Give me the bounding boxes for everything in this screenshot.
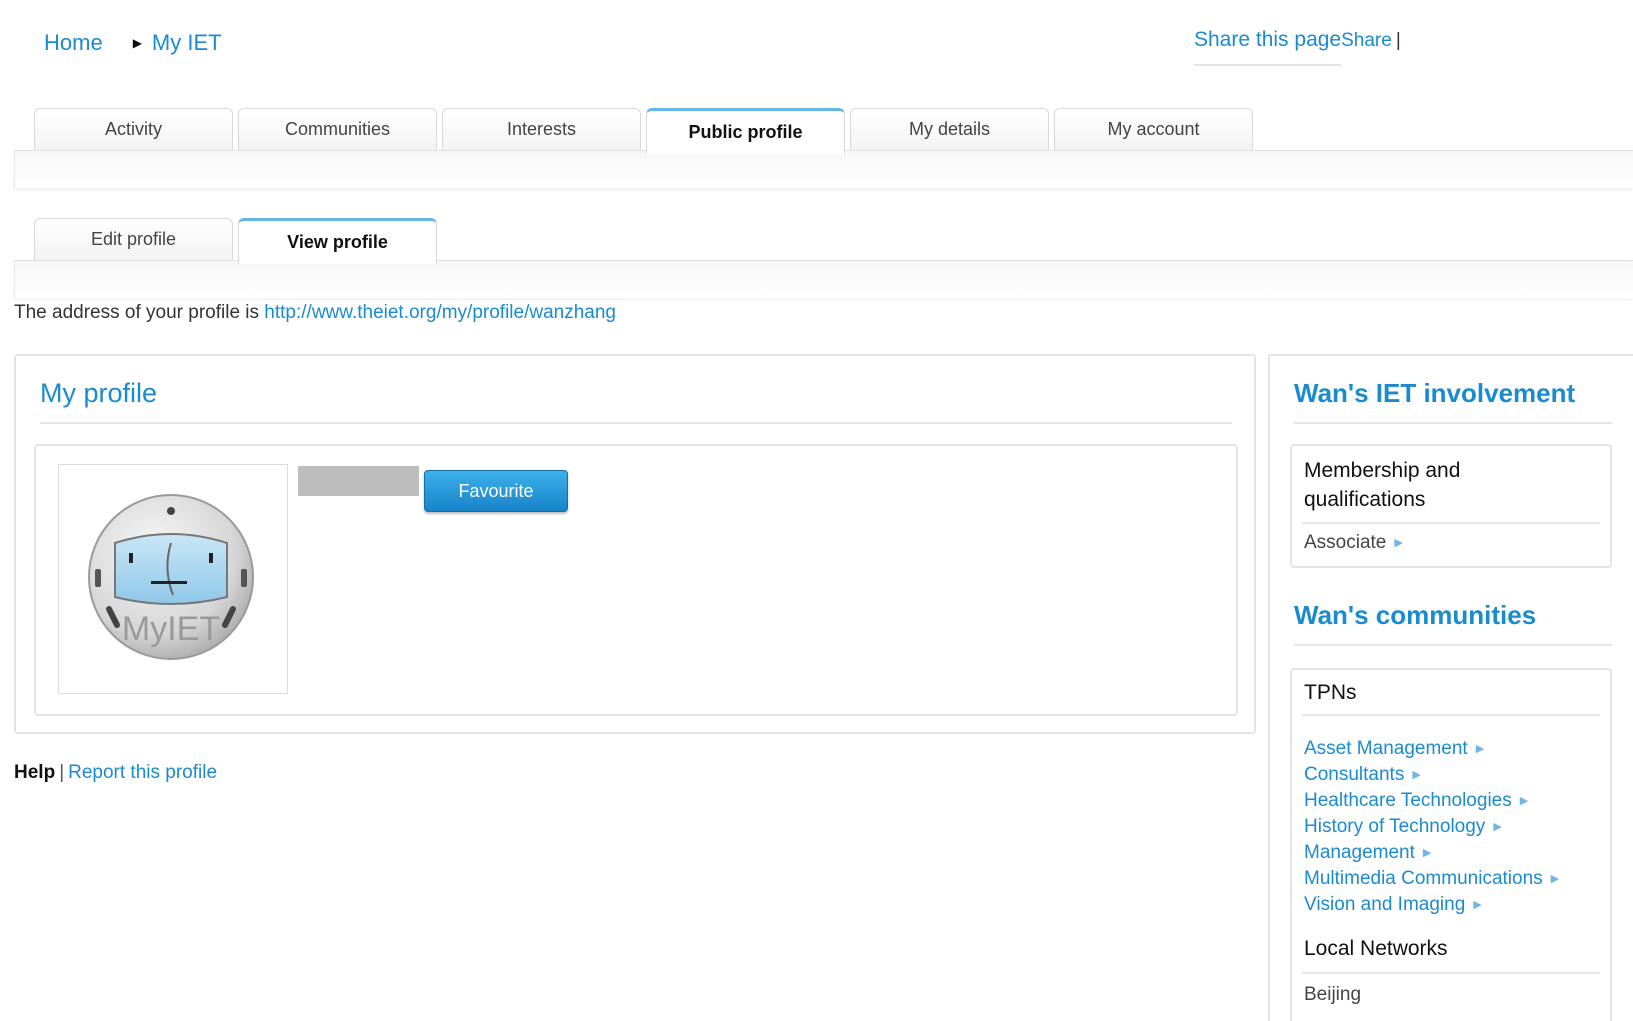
local-networks-heading: Local Networks <box>1304 937 1448 960</box>
list-item[interactable]: Multimedia Communications ▶ <box>1304 866 1559 892</box>
triangle-right-icon: ▶ <box>1394 537 1403 550</box>
membership-value: Associate ▶ <box>1304 532 1403 554</box>
redacted-name <box>298 466 419 496</box>
communities-title: Wan's communities <box>1294 600 1537 630</box>
svg-text:MyIET: MyIET <box>122 610 220 648</box>
triangle-right-icon: ▶ <box>1475 743 1485 755</box>
list-item[interactable]: Consultants ▶ <box>1304 762 1559 788</box>
help-separator: | <box>59 762 65 783</box>
tab-edit-profile[interactable]: Edit profile <box>34 218 233 260</box>
favourite-button[interactable]: Favourite <box>424 470 568 512</box>
main-tabs: Activity Communities Interests Public pr… <box>34 108 1253 154</box>
tpn-link[interactable]: Multimedia Communications <box>1304 868 1543 889</box>
share-separator: | <box>1395 30 1401 51</box>
triangle-right-icon: ▶ <box>1550 873 1560 886</box>
membership-card: Membership and qualifications Associate ▶ <box>1290 444 1612 568</box>
share-this-page-link[interactable]: Share this page <box>1194 28 1342 66</box>
tab-interests[interactable]: Interests <box>442 108 641 150</box>
divider <box>1294 644 1612 646</box>
profile-card: MyIET Favourite <box>34 444 1238 716</box>
tab-my-account[interactable]: My account <box>1054 108 1253 150</box>
tpn-link[interactable]: Asset Management <box>1304 738 1468 759</box>
triangle-right-icon: ▶ <box>1519 795 1529 808</box>
tpn-link[interactable]: History of Technology <box>1304 816 1485 837</box>
membership-value-text: Associate <box>1304 532 1387 553</box>
profile-address-prefix: The address of your profile is <box>14 302 260 323</box>
tab-communities[interactable]: Communities <box>238 108 437 150</box>
triangle-right-icon: ▶ <box>1412 769 1421 782</box>
divider <box>40 422 1232 424</box>
main-tab-strip <box>14 150 1633 188</box>
list-item[interactable]: Vision and Imaging ▶ <box>1304 892 1559 918</box>
list-item[interactable]: History of Technology ▶ <box>1304 814 1559 840</box>
breadcrumb-home-link[interactable]: Home <box>44 30 103 56</box>
divider <box>1302 714 1600 716</box>
breadcrumb: Home ▶ My IET <box>44 30 222 56</box>
breadcrumb-current-link[interactable]: My IET <box>152 30 222 56</box>
tpn-link[interactable]: Management <box>1304 842 1415 863</box>
share-link[interactable]: Share <box>1341 30 1392 51</box>
involvement-sidebar: Wan's IET involvement Membership and qua… <box>1268 354 1633 1021</box>
divider <box>1302 522 1600 524</box>
list-item[interactable]: Asset Management ▶ <box>1304 736 1559 762</box>
tab-my-details[interactable]: My details <box>850 108 1049 150</box>
avatar: MyIET <box>58 464 288 694</box>
tab-public-profile[interactable]: Public profile <box>646 108 845 154</box>
profile-address-link[interactable]: http://www.theiet.org/my/profile/wanzhan… <box>264 302 616 323</box>
tab-view-profile[interactable]: View profile <box>238 218 437 264</box>
triangle-right-icon: ▶ <box>1422 847 1432 860</box>
involvement-title: Wan's IET involvement <box>1294 378 1576 408</box>
triangle-right-icon: ▶ <box>1493 821 1502 834</box>
local-network-value: Beijing <box>1304 984 1362 1005</box>
sub-tab-strip <box>14 260 1633 298</box>
list-item[interactable]: Management ▶ <box>1304 840 1559 866</box>
help-line: Help | Report this profile <box>14 762 217 784</box>
tpn-link[interactable]: Vision and Imaging <box>1304 894 1465 915</box>
breadcrumb-arrow-icon: ▶ <box>132 36 142 50</box>
report-profile-link[interactable]: Report this profile <box>68 762 217 783</box>
myiet-avatar-icon: MyIET <box>88 494 254 660</box>
help-label: Help <box>14 762 56 783</box>
divider <box>1294 422 1612 424</box>
share-bar: Share this pageShare | <box>1194 28 1401 66</box>
tpns-heading: TPNs <box>1304 681 1357 704</box>
sub-tabs: Edit profile View profile <box>34 218 437 264</box>
tpn-link[interactable]: Consultants <box>1304 764 1404 785</box>
membership-heading: Membership and qualifications <box>1304 459 1461 511</box>
tpn-link[interactable]: Healthcare Technologies <box>1304 790 1512 811</box>
triangle-right-icon: ▶ <box>1473 899 1482 912</box>
list-item[interactable]: Healthcare Technologies ▶ <box>1304 788 1559 814</box>
divider <box>1302 972 1600 974</box>
profile-address: The address of your profile is http://ww… <box>14 302 616 324</box>
tpn-list: Asset Management ▶ Consultants ▶ Healthcar… <box>1304 736 1559 918</box>
communities-card: TPNs Asset Management ▶ Consultants ▶ Heal… <box>1290 668 1612 1021</box>
tab-activity[interactable]: Activity <box>34 108 233 150</box>
my-profile-title: My profile <box>40 378 158 408</box>
my-profile-panel: My profile MyIET Favourite <box>14 354 1256 734</box>
